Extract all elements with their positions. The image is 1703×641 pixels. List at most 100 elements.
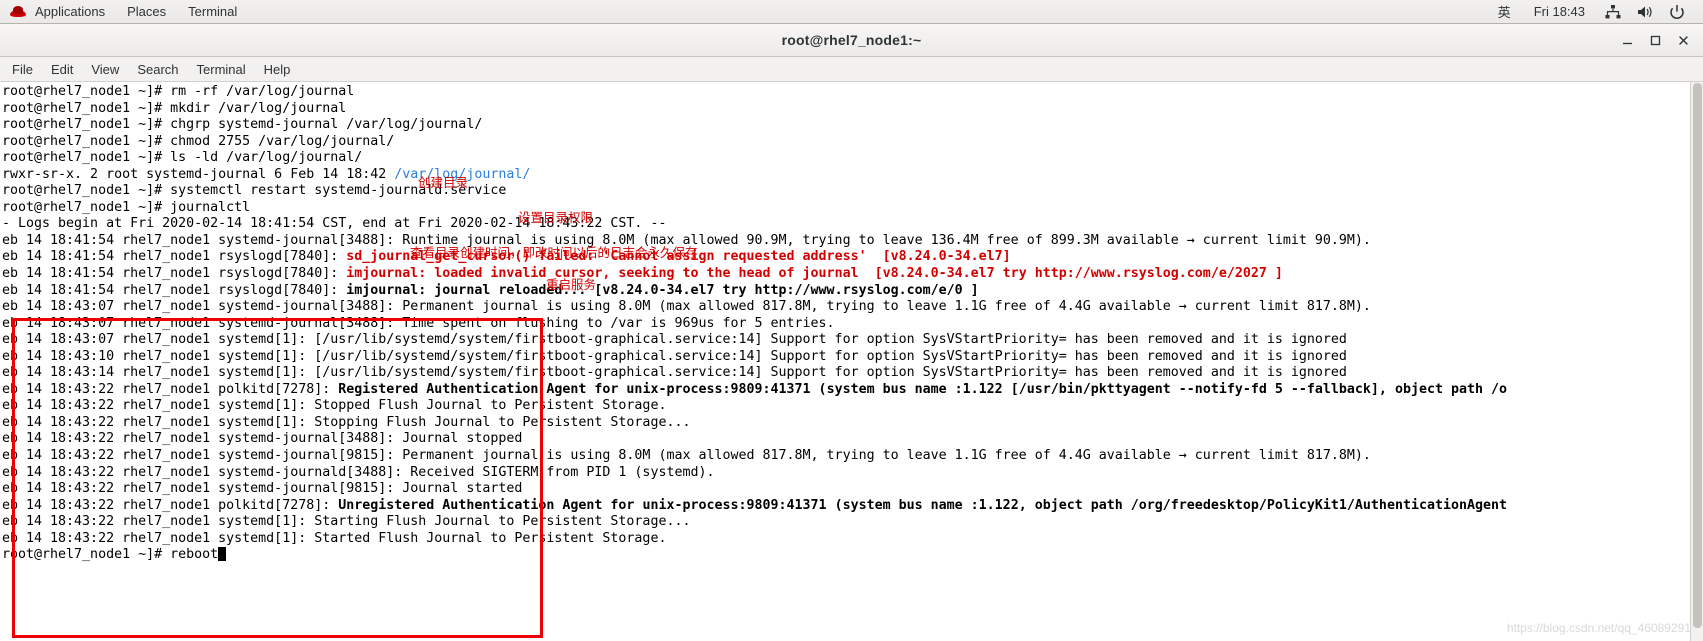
terminal-line: eb 14 18:41:54 rhel7_node1 rsyslogd[7840… [2,266,1507,283]
terminal-span: eb 14 18:43:07 rhel7_node1 systemd-journ… [2,299,1371,315]
terminal-span: eb 14 18:43:22 rhel7_node1 systemd-journ… [2,448,1371,464]
terminal-span: eb 14 18:41:54 rhel7_node1 rsyslogd[7840… [2,266,347,282]
menu-terminal-label: Terminal [196,61,246,77]
terminal-scrollbar[interactable] [1690,82,1703,641]
terminal-line: eb 14 18:43:22 rhel7_node1 systemd-journ… [2,431,1507,448]
terminal-span: eb 14 18:43:07 rhel7_node1 systemd-journ… [2,315,835,331]
terminal-line: eb 14 18:43:22 rhel7_node1 polkitd[7278]… [2,382,1507,399]
applications-menu[interactable]: Applications [0,0,116,23]
terminal-span: root@rhel7_node1 ~]# chgrp systemd-journ… [2,117,483,133]
terminal-span: eb 14 18:43:22 rhel7_node1 polkitd[7278]… [2,497,339,513]
terminal-line: eb 14 18:41:54 rhel7_node1 rsyslogd[7840… [2,249,1507,266]
menu-edit-label: Edit [50,61,74,77]
menu-view-label: View [91,61,120,77]
window-controls [1613,24,1697,57]
terminal-line: eb 14 18:43:10 rhel7_node1 systemd[1]: [… [2,349,1507,366]
redhat-logo-icon [10,4,26,20]
terminal-line: root@rhel7_node1 ~]# chgrp systemd-journ… [2,117,1507,134]
annotation-note: 设置目录权限 [518,210,594,225]
clock[interactable]: Fri 18:43 [1522,0,1597,23]
maximize-icon[interactable] [1641,27,1669,55]
terminal-span: eb 14 18:43:10 rhel7_node1 systemd[1]: [… [2,348,1347,364]
menu-terminal[interactable]: Terminal [188,60,255,79]
terminal-line: eb 14 18:43:07 rhel7_node1 systemd-journ… [2,299,1507,316]
terminal-span: eb 14 18:43:22 rhel7_node1 systemd[1]: S… [2,398,667,414]
terminal-line: eb 14 18:43:22 rhel7_node1 systemd[1]: S… [2,514,1507,531]
menu-view[interactable]: View [82,60,128,79]
terminal-line: eb 14 18:41:54 rhel7_node1 systemd-journ… [2,233,1507,250]
terminal-span: root@rhel7_node1 ~]# journalctl [2,199,251,215]
terminal-span: root@rhel7_node1 ~]# chmod 2755 /var/log… [2,133,395,149]
terminal-line: root@rhel7_node1 ~]# journalctl [2,200,1507,217]
terminal-line: root@rhel7_node1 ~]# chmod 2755 /var/log… [2,134,1507,151]
terminal-line: eb 14 18:43:22 rhel7_node1 systemd[1]: S… [2,415,1507,432]
terminal-span: Registered Authentication Agent for unix… [338,381,1508,397]
places-menu[interactable]: Places [116,0,177,23]
menu-search-label: Search [137,61,179,77]
terminal-span: eb 14 18:43:22 rhel7_node1 systemd-journ… [2,431,523,447]
terminal-span: eb 14 18:43:22 rhel7_node1 polkitd[7278]… [2,381,339,397]
terminal-span: eb 14 18:43:22 rhel7_node1 systemd-journ… [2,481,523,497]
terminal-menu-bar: File Edit View Search Terminal Help [0,57,1703,82]
gnome-top-panel: Applications Places Terminal 英 Fri 18:43 [0,0,1703,24]
input-method-label: 英 [1497,6,1511,21]
terminal-span: eb 14 18:43:14 rhel7_node1 systemd[1]: [… [2,365,1347,381]
menu-edit[interactable]: Edit [42,60,82,79]
terminal-line: rwxr-sr-x. 2 root systemd-journal 6 Feb … [2,167,1507,184]
terminal-span: rwxr-sr-x. 2 root systemd-journal 6 Feb … [2,166,395,182]
window-title-bar[interactable]: root@rhel7_node1:~ [0,24,1703,57]
input-method-indicator[interactable]: 英 [1487,0,1522,23]
terminal-span: imjournal: loaded invalid cursor, seekin… [346,266,1283,282]
menu-file-label: File [12,61,33,77]
terminal-line: eb 14 18:43:22 rhel7_node1 systemd[1]: S… [2,531,1507,548]
top-panel-right-group: 英 Fri 18:43 [1487,0,1703,23]
window-title: root@rhel7_node1:~ [781,32,922,48]
terminal-output-area[interactable]: root@rhel7_node1 ~]# rm -rf /var/log/jou… [0,82,1703,641]
terminal-span: root@rhel7_node1 ~]# ls -ld /var/log/jou… [2,150,363,166]
terminal-text: root@rhel7_node1 ~]# rm -rf /var/log/jou… [0,82,1507,564]
terminal-span: eb 14 18:43:22 rhel7_node1 systemd[1]: S… [2,514,691,530]
terminal-line: eb 14 18:43:22 rhel7_node1 systemd-journ… [2,481,1507,498]
terminal-line: root@rhel7_node1 ~]# mkdir /var/log/jour… [2,101,1507,118]
terminal-line: eb 14 18:43:22 rhel7_node1 systemd-journ… [2,465,1507,482]
terminal-menu-label: Terminal [188,4,238,19]
terminal-line: root@rhel7_node1 ~]# rm -rf /var/log/jou… [2,84,1507,101]
scrollbar-thumb[interactable] [1693,83,1702,628]
terminal-span: root@rhel7_node1 ~]# mkdir /var/log/jour… [2,100,347,116]
terminal-line: eb 14 18:43:07 rhel7_node1 systemd[1]: [… [2,332,1507,349]
terminal-line: eb 14 18:41:54 rhel7_node1 rsyslogd[7840… [2,283,1507,300]
menu-help[interactable]: Help [255,60,300,79]
places-menu-label: Places [127,4,167,19]
watermark: https://blog.csdn.net/qq_46089291 [1506,621,1691,635]
annotation-note: 创建目录 [418,175,469,190]
applications-menu-label: Applications [35,4,106,19]
terminal-window: root@rhel7_node1:~ File Edit View Search… [0,24,1703,641]
menu-file[interactable]: File [3,60,42,79]
terminal-line: root@rhel7_node1 ~]# reboot [2,547,1507,564]
terminal-line: eb 14 18:43:07 rhel7_node1 systemd-journ… [2,316,1507,333]
terminal-span: eb 14 18:41:54 rhel7_node1 rsyslogd[7840… [2,282,347,298]
power-icon[interactable] [1668,4,1686,20]
menu-search[interactable]: Search [128,60,187,79]
terminal-span: eb 14 18:43:22 rhel7_node1 systemd[1]: S… [2,414,691,430]
network-icon[interactable] [1604,4,1622,20]
volume-icon[interactable] [1636,4,1654,20]
terminal-line: eb 14 18:43:22 rhel7_node1 polkitd[7278]… [2,498,1507,515]
terminal-cursor [218,547,227,562]
terminal-span: root@rhel7_node1 ~]# rm -rf /var/log/jou… [2,84,355,99]
annotation-note: 查看目录创建时间，即改时间以后的日志会永久保存 [410,245,698,260]
close-icon[interactable] [1669,27,1697,55]
terminal-span: eb 14 18:43:22 rhel7_node1 systemd-journ… [2,464,715,480]
terminal-span: Unregistered Authentication Agent for un… [338,497,1508,513]
top-panel-left-group: Applications Places Terminal [0,0,248,23]
terminal-span: eb 14 18:43:07 rhel7_node1 systemd[1]: [… [2,332,1347,348]
terminal-line: - Logs begin at Fri 2020-02-14 18:41:54 … [2,216,1507,233]
minimize-icon[interactable] [1613,27,1641,55]
terminal-span: root@rhel7_node1 ~]# reboot [2,547,219,563]
terminal-line: eb 14 18:43:14 rhel7_node1 systemd[1]: [… [2,365,1507,382]
terminal-span: imjournal: journal reloaded... [v8.24.0-… [346,282,979,298]
terminal-line: root@rhel7_node1 ~]# systemctl restart s… [2,183,1507,200]
menu-help-label: Help [263,61,291,77]
terminal-menu[interactable]: Terminal [177,0,248,23]
terminal-span: eb 14 18:43:22 rhel7_node1 systemd[1]: S… [2,530,667,546]
